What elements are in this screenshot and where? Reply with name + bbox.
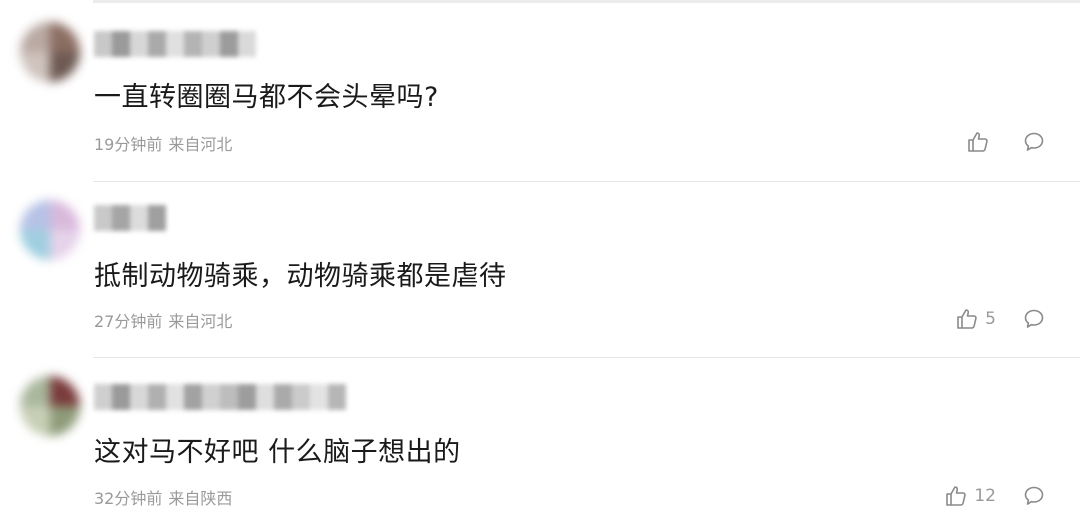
comment-item: 这对马不好吧 什么脑子想出的 32分钟前 来自陕西 12 (0, 358, 1080, 530)
comment-time: 27分钟前 (94, 312, 163, 331)
comment-actions: 12 (944, 482, 1046, 510)
comment-actions (966, 128, 1046, 156)
comment-actions: 5 (955, 305, 1046, 333)
thumbs-up-icon (946, 486, 967, 506)
like-count: 12 (974, 486, 996, 506)
comment-time: 19分钟前 (94, 135, 163, 154)
comment-bubble-icon (1024, 309, 1044, 328)
username[interactable] (94, 205, 166, 231)
reply-button[interactable] (1022, 484, 1046, 508)
comment-location: 来自河北 (168, 135, 233, 154)
comment-meta: 19分钟前 来自河北 (94, 131, 232, 155)
avatar[interactable] (20, 376, 80, 436)
comment-meta: 27分钟前 来自河北 (94, 308, 232, 332)
avatar[interactable] (20, 22, 80, 82)
comment-bubble-icon (1024, 486, 1044, 505)
comment-location: 来自河北 (168, 312, 233, 331)
comment-time: 32分钟前 (94, 489, 163, 508)
like-button[interactable] (966, 130, 996, 154)
thumbs-up-icon (957, 309, 977, 329)
username[interactable] (94, 31, 256, 57)
comment-item: 抵制动物骑乘，动物骑乘都是虐待 27分钟前 来自河北 5 (0, 182, 1080, 357)
like-button[interactable]: 12 (944, 484, 996, 508)
comment-text: 抵制动物骑乘，动物骑乘都是虐待 (94, 261, 507, 292)
like-button[interactable]: 5 (955, 307, 996, 331)
like-count: 5 (985, 309, 996, 329)
avatar[interactable] (20, 200, 80, 260)
reply-button[interactable] (1022, 307, 1046, 331)
thumbs-up-icon (968, 132, 988, 152)
comment-text: 这对马不好吧 什么脑子想出的 (94, 437, 461, 468)
reply-button[interactable] (1022, 130, 1046, 154)
comment-text: 一直转圈圈马都不会头晕吗? (94, 82, 439, 113)
comment-location: 来自陕西 (168, 489, 233, 508)
comment-item: 一直转圈圈马都不会头晕吗? 19分钟前 来自河北 (0, 0, 1080, 180)
comment-meta: 32分钟前 来自陕西 (94, 485, 232, 509)
username[interactable] (94, 384, 346, 410)
comment-bubble-icon (1024, 132, 1044, 151)
